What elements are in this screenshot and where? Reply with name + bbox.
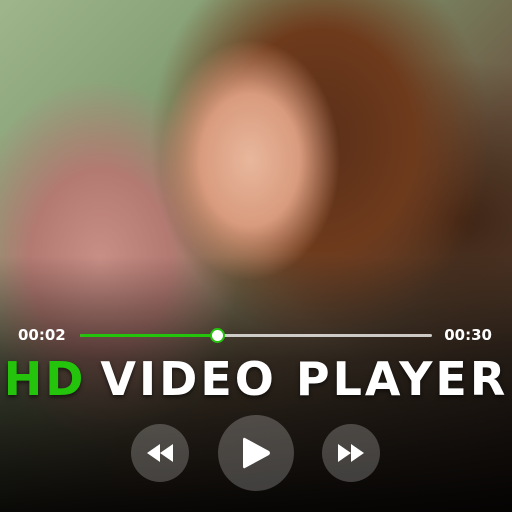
play-button[interactable] (218, 415, 294, 491)
fast-forward-icon (338, 444, 364, 462)
rewind-icon (147, 444, 173, 462)
app-title-hd: HD (3, 352, 87, 406)
seek-bar-progress (80, 334, 218, 337)
current-time: 00:02 (18, 326, 66, 344)
total-duration: 00:30 (444, 326, 492, 344)
fast-forward-button[interactable] (322, 424, 380, 482)
seek-bar[interactable] (80, 328, 432, 343)
rewind-button[interactable] (131, 424, 189, 482)
app-title: HD VIDEO PLAYER (0, 352, 512, 406)
app-title-main: VIDEO PLAYER (100, 352, 509, 406)
play-icon (241, 436, 271, 470)
